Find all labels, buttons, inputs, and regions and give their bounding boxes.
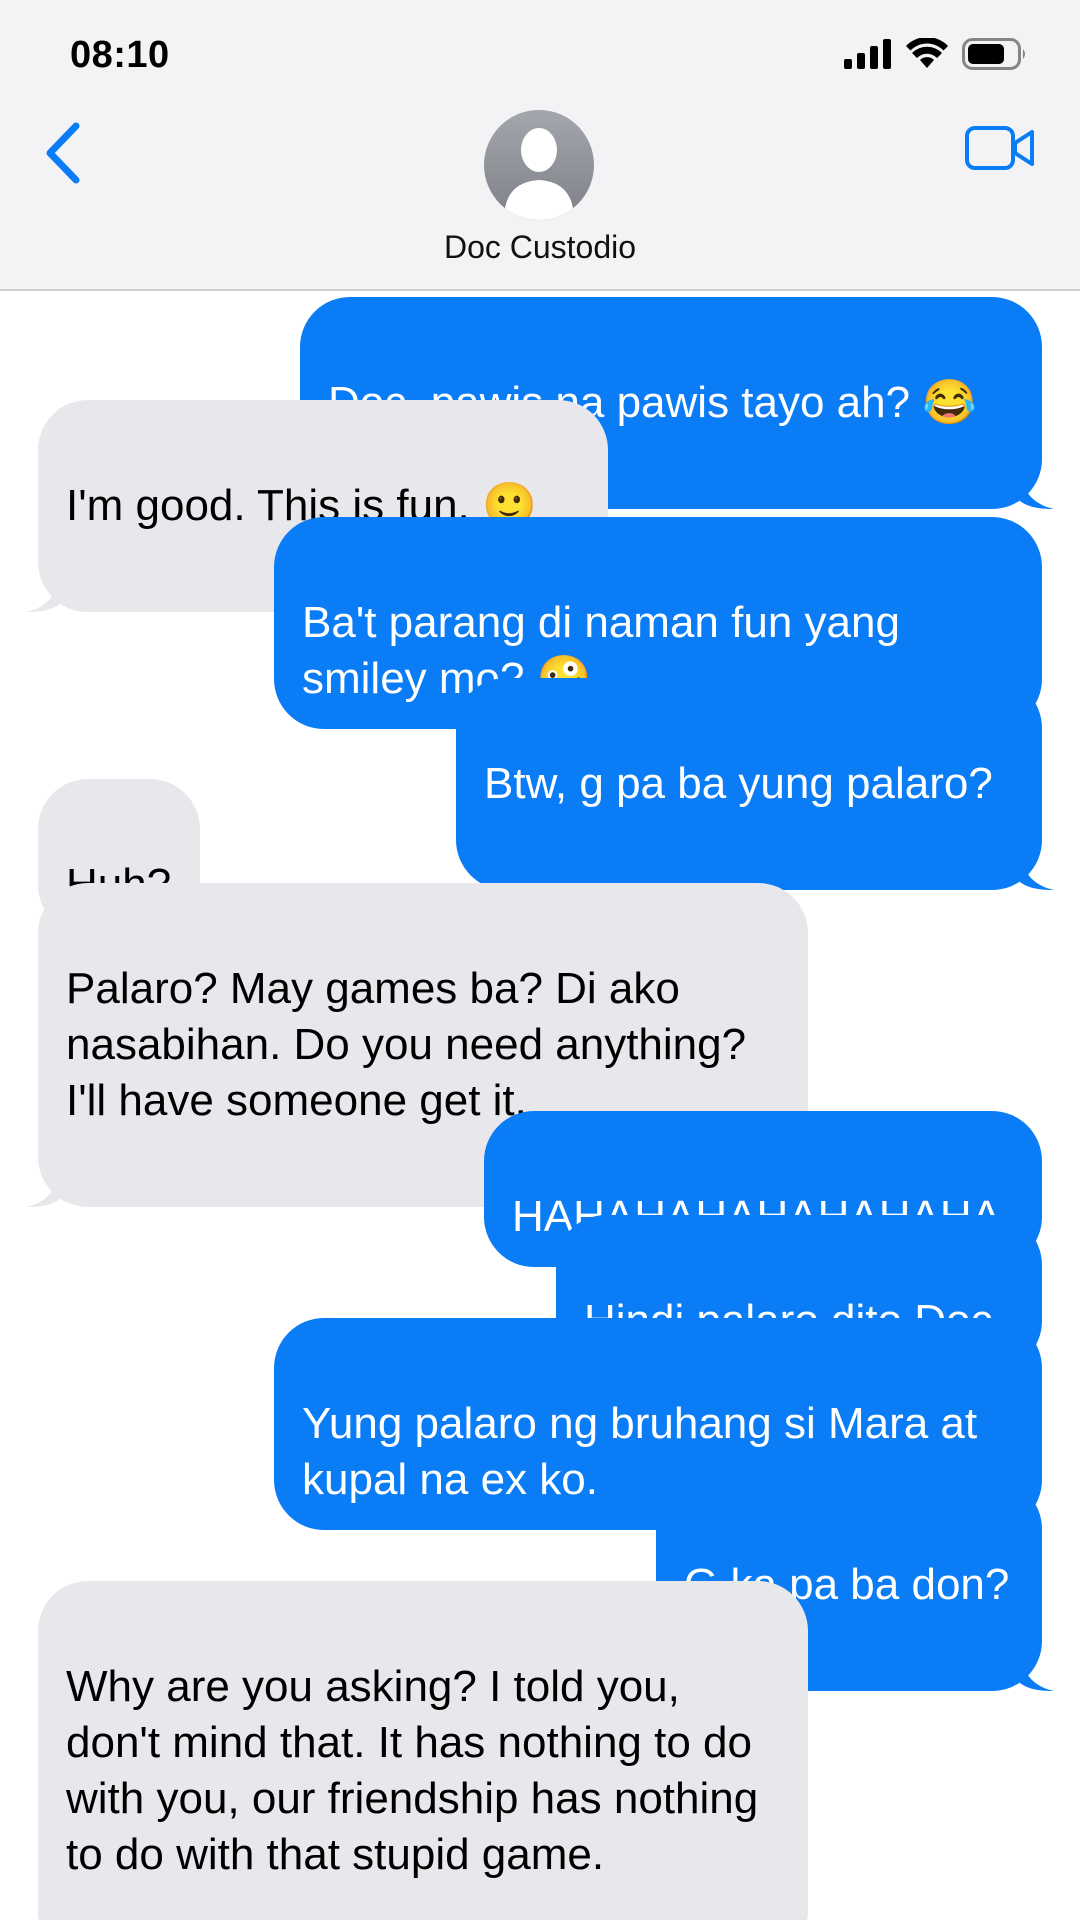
bubble-tail bbox=[1020, 1655, 1054, 1691]
back-button[interactable] bbox=[38, 118, 88, 188]
chevron-left-icon bbox=[46, 122, 80, 184]
contact-avatar[interactable] bbox=[484, 110, 594, 220]
contact-name[interactable]: Doc Custodio bbox=[0, 229, 1080, 266]
message-thread[interactable]: Doc, pawis na pawis tayo ah? 😂 I'm good.… bbox=[0, 291, 1080, 1920]
status-time: 08:10 bbox=[70, 34, 170, 76]
video-camera-icon bbox=[965, 126, 1034, 170]
message-bubble-sent[interactable]: Btw, g pa ba yung palaro? bbox=[456, 678, 1054, 890]
message-text: Btw, g pa ba yung palaro? bbox=[484, 759, 993, 808]
wifi-icon bbox=[906, 38, 948, 68]
bubble-tail bbox=[26, 1171, 60, 1207]
person-silhouette-icon bbox=[504, 128, 574, 220]
cellular-signal-icon bbox=[844, 39, 891, 69]
bubble-tail bbox=[1020, 854, 1054, 890]
bubble-tail bbox=[26, 576, 60, 612]
status-icons bbox=[844, 38, 1028, 70]
battery-icon bbox=[962, 38, 1025, 70]
message-bubble-received[interactable]: Why are you asking? I told you, don't mi… bbox=[38, 1581, 808, 1920]
bubble-tail bbox=[1020, 473, 1054, 509]
message-text: Palaro? May games ba? Di ako nasabihan. … bbox=[66, 964, 747, 1125]
video-call-button[interactable] bbox=[964, 124, 1036, 172]
message-text: Why are you asking? I told you, don't mi… bbox=[66, 1662, 759, 1879]
conversation-header: 08:10 Doc Custodio bbox=[0, 0, 1080, 291]
